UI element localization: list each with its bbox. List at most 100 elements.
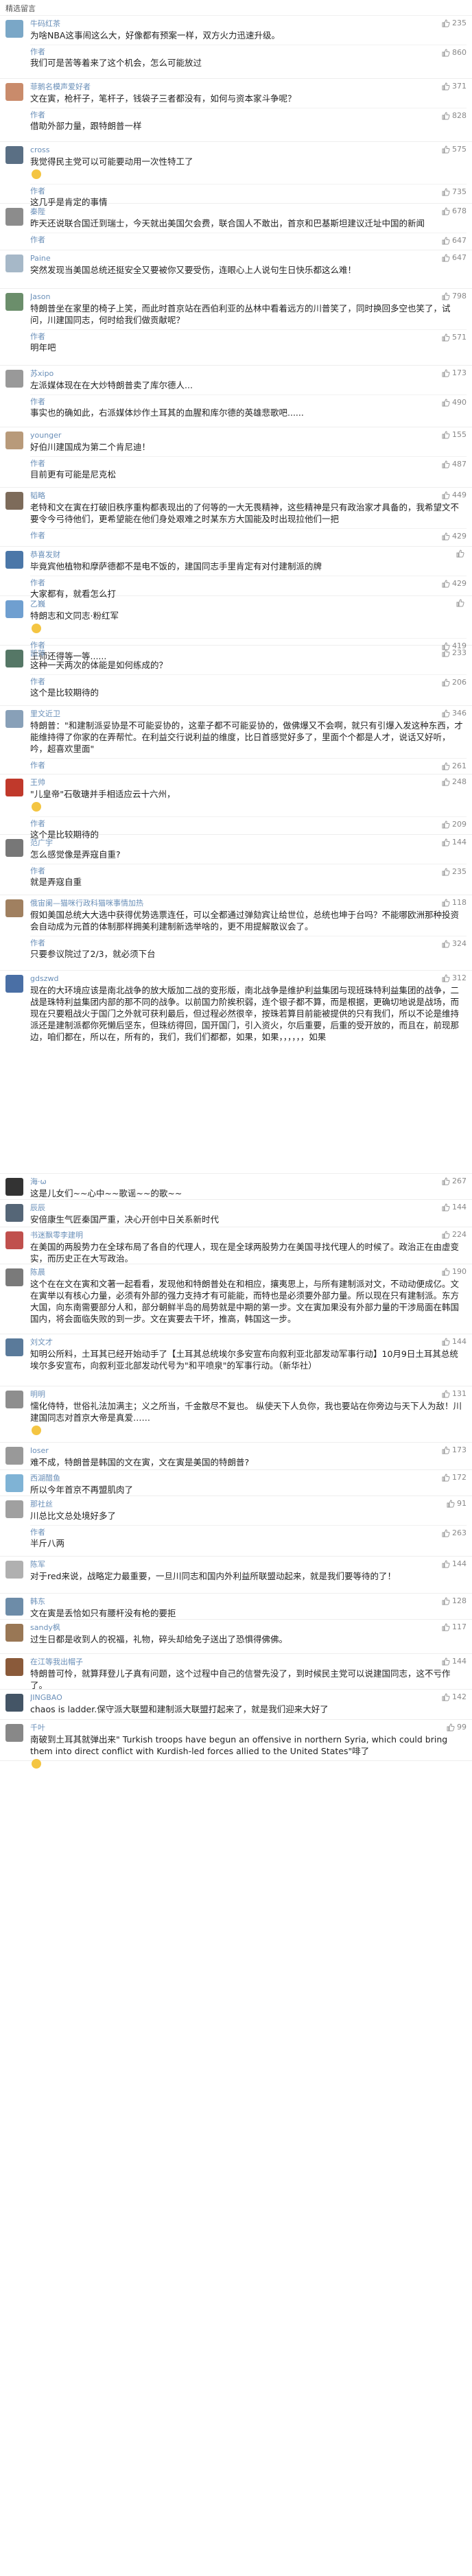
like-button[interactable] [456, 599, 467, 607]
reply-like-button[interactable]: 490 [442, 398, 467, 407]
like-button[interactable]: 118 [442, 898, 467, 907]
like-button[interactable]: 144 [442, 1657, 467, 1666]
comment-username[interactable]: 王帅 [30, 778, 414, 788]
like-button[interactable]: 678 [442, 206, 467, 215]
avatar[interactable] [5, 1204, 23, 1222]
reply-like-button[interactable]: 261 [442, 761, 467, 770]
reply-like-button[interactable]: 735 [442, 187, 467, 196]
comment-username[interactable]: 俄宙阑—猫咪行政科猫咪事情加热 [30, 899, 414, 908]
comment-username[interactable]: 韬略 [30, 491, 414, 501]
comment-username[interactable]: 千叶 [30, 1723, 414, 1733]
like-button[interactable]: 144 [442, 1559, 467, 1568]
like-button[interactable]: 233 [442, 648, 467, 657]
comment-username[interactable]: JINGBAO [30, 1693, 414, 1703]
avatar[interactable] [5, 899, 23, 917]
reply-like-button[interactable]: 487 [442, 460, 467, 469]
like-button[interactable]: 449 [442, 491, 467, 499]
reply-like-button[interactable]: 571 [442, 333, 467, 342]
like-button[interactable] [456, 550, 467, 558]
like-button[interactable]: 131 [442, 1389, 467, 1398]
like-button[interactable]: 248 [442, 777, 467, 786]
avatar[interactable] [5, 839, 23, 857]
avatar[interactable] [5, 1268, 23, 1286]
avatar[interactable] [5, 600, 23, 618]
avatar[interactable] [5, 1500, 23, 1518]
comment-username[interactable]: 里文近卫 [30, 709, 414, 719]
reply-like-button[interactable]: 860 [442, 48, 467, 57]
avatar[interactable] [5, 975, 23, 993]
comment-username[interactable]: 韩东 [30, 1597, 414, 1607]
comment-username[interactable]: 苏xipo [30, 369, 414, 379]
like-button[interactable]: 173 [442, 1445, 467, 1454]
comment-username[interactable]: Jason [30, 292, 414, 302]
comment-username[interactable]: 陈晨 [30, 1268, 414, 1277]
avatar[interactable] [5, 1694, 23, 1712]
comment-username[interactable]: sandy枫 [30, 1623, 414, 1633]
like-button[interactable]: 235 [442, 19, 467, 27]
comment-username[interactable]: 凯萍 [30, 649, 414, 659]
like-button[interactable]: 155 [442, 430, 467, 439]
comment-username[interactable]: 乙巍 [30, 600, 414, 609]
like-button[interactable]: 172 [442, 1473, 467, 1482]
comment-username[interactable]: Paine [30, 254, 414, 263]
like-button[interactable]: 312 [442, 973, 467, 982]
avatar[interactable] [5, 293, 23, 311]
comment-username[interactable]: 牛码红茶 [30, 19, 414, 29]
like-button[interactable]: 91 [447, 1499, 467, 1508]
avatar[interactable] [5, 1724, 23, 1742]
comment-username[interactable]: 刘文才 [30, 1338, 414, 1347]
avatar[interactable] [5, 1391, 23, 1408]
avatar[interactable] [5, 1658, 23, 1676]
like-button[interactable]: 144 [442, 838, 467, 847]
reply-like-button[interactable]: 828 [442, 111, 467, 120]
avatar[interactable] [5, 551, 23, 569]
like-button[interactable]: 99 [447, 1723, 467, 1732]
avatar[interactable] [5, 1338, 23, 1356]
avatar[interactable] [5, 1624, 23, 1642]
comment-username[interactable]: 秦陛 [30, 207, 414, 217]
reply-like-button[interactable]: 429 [442, 579, 467, 588]
like-button[interactable]: 224 [442, 1230, 467, 1239]
avatar[interactable] [5, 492, 23, 510]
like-button[interactable]: 647 [442, 253, 467, 262]
like-button[interactable]: 117 [442, 1622, 467, 1631]
reply-like-button[interactable]: 209 [442, 820, 467, 829]
like-button[interactable]: 144 [442, 1203, 467, 1212]
avatar[interactable] [5, 710, 23, 728]
comment-username[interactable]: 在江等我出帽子 [30, 1657, 414, 1667]
like-button[interactable]: 371 [442, 82, 467, 91]
like-button[interactable]: 142 [442, 1692, 467, 1701]
avatar[interactable] [5, 1447, 23, 1465]
comment-username[interactable]: 陈军 [30, 1560, 414, 1570]
avatar[interactable] [5, 370, 23, 388]
avatar[interactable] [5, 83, 23, 101]
comment-username[interactable]: 那社丝 [30, 1500, 414, 1509]
reply-like-button[interactable]: 324 [442, 939, 467, 948]
avatar[interactable] [5, 432, 23, 449]
reply-like-button[interactable]: 206 [442, 678, 467, 687]
comment-username[interactable]: 海·ω [30, 1177, 414, 1187]
reply-like-button[interactable]: 235 [442, 867, 467, 876]
avatar[interactable] [5, 208, 23, 226]
avatar[interactable] [5, 255, 23, 272]
like-button[interactable]: 128 [442, 1596, 467, 1605]
comment-username[interactable]: gdszwd [30, 974, 414, 984]
comment-username[interactable]: 书迷飘零李建明 [30, 1231, 414, 1240]
avatar[interactable] [5, 146, 23, 164]
avatar[interactable] [5, 650, 23, 667]
avatar[interactable] [5, 1231, 23, 1249]
like-button[interactable]: 575 [442, 145, 467, 154]
avatar[interactable] [5, 1474, 23, 1492]
like-button[interactable]: 173 [442, 368, 467, 377]
avatar[interactable] [5, 1178, 23, 1196]
avatar[interactable] [5, 1561, 23, 1579]
like-button[interactable]: 144 [442, 1337, 467, 1346]
comment-username[interactable]: loser [30, 1446, 414, 1456]
like-button[interactable]: 798 [442, 292, 467, 300]
comment-username[interactable]: 辰辰 [30, 1203, 414, 1213]
comment-username[interactable]: 范广宇 [30, 838, 414, 848]
avatar[interactable] [5, 1598, 23, 1616]
like-button[interactable]: 267 [442, 1177, 467, 1185]
avatar[interactable] [5, 20, 23, 38]
comment-username[interactable]: 菲鹅名模声爱好者 [30, 82, 414, 92]
